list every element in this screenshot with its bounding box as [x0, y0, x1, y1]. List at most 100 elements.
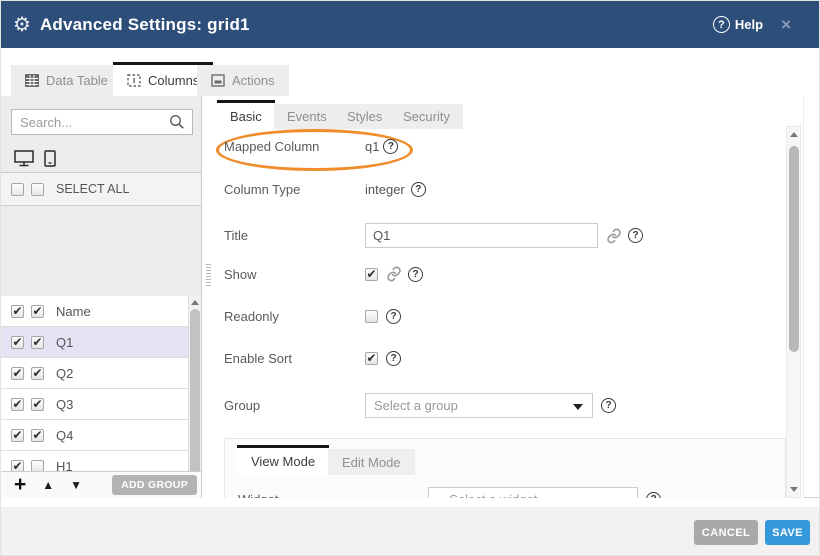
advanced-settings-dialog: ⚙ Advanced Settings: grid1 ? Help × Data… — [0, 0, 820, 556]
show-help-icon[interactable] — [408, 267, 423, 282]
tab-view-mode[interactable]: View Mode — [237, 445, 329, 475]
mobile-checkbox[interactable] — [31, 305, 44, 318]
column-type-row: Column Type integer — [224, 182, 426, 197]
field-label: Show — [224, 267, 365, 282]
select-all-label: SELECT ALL — [56, 182, 129, 196]
dialog-body: SELECT ALL Name Q1 Q2 — [1, 96, 820, 498]
group-select-value: Select a group — [374, 398, 458, 413]
column-name: Q2 — [56, 366, 73, 381]
column-name: Q3 — [56, 397, 73, 412]
dialog-header: ⚙ Advanced Settings: grid1 ? Help × — [1, 1, 820, 48]
search-icon[interactable] — [169, 114, 185, 130]
scrollbar-thumb[interactable] — [789, 146, 799, 352]
tab-data-table[interactable]: Data Table — [11, 65, 122, 96]
desktop-checkbox[interactable] — [11, 367, 24, 380]
group-row: Group Select a group — [224, 393, 616, 418]
tab-edit-mode[interactable]: Edit Mode — [328, 449, 415, 475]
scroll-up-icon[interactable] — [790, 132, 798, 137]
mapped-column-row: Mapped Column q1 — [224, 139, 398, 154]
cancel-button[interactable]: CANCEL — [694, 520, 758, 545]
readonly-checkbox[interactable] — [365, 310, 378, 323]
mapped-column-help-icon[interactable] — [383, 139, 398, 154]
list-item-name[interactable]: Name — [1, 296, 188, 327]
field-label: Readonly — [224, 309, 365, 324]
enable-sort-row: Enable Sort — [224, 351, 401, 366]
mobile-icon[interactable] — [44, 150, 56, 167]
help-button[interactable]: ? Help — [713, 16, 763, 33]
list-item-q2[interactable]: Q2 — [1, 358, 188, 389]
enable-sort-checkbox[interactable] — [365, 352, 378, 365]
group-select[interactable]: Select a group — [365, 393, 593, 418]
enable-sort-help-icon[interactable] — [386, 351, 401, 366]
dialog-footer: CANCEL SAVE — [1, 498, 820, 556]
tab-label: Events — [287, 109, 327, 124]
field-label: Column Type — [224, 182, 365, 197]
mobile-checkbox[interactable] — [31, 429, 44, 442]
scroll-down-icon[interactable] — [790, 487, 798, 492]
device-toggle-row — [1, 144, 201, 173]
add-group-button[interactable]: ADD GROUP — [112, 475, 197, 495]
main-tab-bar: Data Table Columns Actions — [1, 48, 820, 96]
link-icon[interactable] — [386, 266, 402, 282]
tab-label: Actions — [232, 73, 275, 88]
data-table-icon — [25, 74, 39, 87]
title-row: Title — [224, 223, 643, 248]
column-type-help-icon[interactable] — [411, 182, 426, 197]
move-down-button[interactable]: ▼ — [70, 478, 82, 492]
desktop-checkbox[interactable] — [11, 429, 24, 442]
desktop-checkbox[interactable] — [11, 336, 24, 349]
add-column-button[interactable]: + — [14, 474, 26, 496]
field-label: Enable Sort — [224, 351, 365, 366]
tab-basic[interactable]: Basic — [217, 100, 275, 129]
tab-label: Security — [403, 109, 450, 124]
tab-label: View Mode — [251, 454, 315, 469]
column-name: Name — [56, 304, 91, 319]
columns-icon — [127, 74, 141, 87]
tab-label: Styles — [347, 109, 382, 124]
select-all-row[interactable]: SELECT ALL — [1, 173, 201, 206]
gear-icon: ⚙ — [13, 15, 31, 35]
title-help-icon[interactable] — [628, 228, 643, 243]
column-type-value: integer — [365, 182, 405, 197]
mapped-column-value: q1 — [365, 139, 379, 154]
save-button[interactable]: SAVE — [765, 520, 810, 545]
panel-splitter — [202, 96, 215, 498]
show-checkbox[interactable] — [365, 268, 378, 281]
tab-styles[interactable]: Styles — [334, 104, 395, 129]
tab-label: Columns — [148, 73, 199, 88]
tab-events[interactable]: Events — [274, 104, 340, 129]
desktop-checkbox[interactable] — [11, 305, 24, 318]
link-icon[interactable] — [606, 228, 622, 244]
column-name: Q4 — [56, 428, 73, 443]
readonly-row: Readonly — [224, 309, 401, 324]
field-label: Mapped Column — [224, 139, 365, 154]
title-input[interactable] — [365, 223, 598, 248]
group-help-icon[interactable] — [601, 398, 616, 413]
select-all-desktop-checkbox[interactable] — [11, 183, 24, 196]
readonly-help-icon[interactable] — [386, 309, 401, 324]
splitter-grip[interactable] — [206, 264, 211, 286]
tab-security[interactable]: Security — [390, 104, 463, 129]
form-scrollbar[interactable] — [786, 126, 801, 498]
scroll-up-icon[interactable] — [191, 300, 199, 305]
list-item-q3[interactable]: Q3 — [1, 389, 188, 420]
select-all-mobile-checkbox[interactable] — [31, 183, 44, 196]
list-item-q1[interactable]: Q1 — [1, 327, 188, 358]
desktop-icon[interactable] — [14, 150, 35, 167]
close-icon[interactable]: × — [781, 16, 791, 33]
move-up-button[interactable]: ▲ — [42, 478, 54, 492]
tab-actions[interactable]: Actions — [197, 65, 289, 96]
mobile-checkbox[interactable] — [31, 336, 44, 349]
help-question-icon: ? — [713, 16, 730, 33]
list-toolbar: + ▲ ▼ ADD GROUP — [1, 471, 201, 498]
mobile-checkbox[interactable] — [31, 367, 44, 380]
search-input[interactable] — [11, 109, 193, 135]
dialog-title: Advanced Settings: grid1 — [40, 15, 250, 35]
desktop-checkbox[interactable] — [11, 398, 24, 411]
help-label: Help — [735, 17, 763, 32]
tab-label: Edit Mode — [342, 455, 401, 470]
tab-label: Data Table — [46, 73, 108, 88]
mobile-checkbox[interactable] — [31, 398, 44, 411]
list-item-q4[interactable]: Q4 — [1, 420, 188, 451]
field-label: Group — [224, 398, 365, 413]
